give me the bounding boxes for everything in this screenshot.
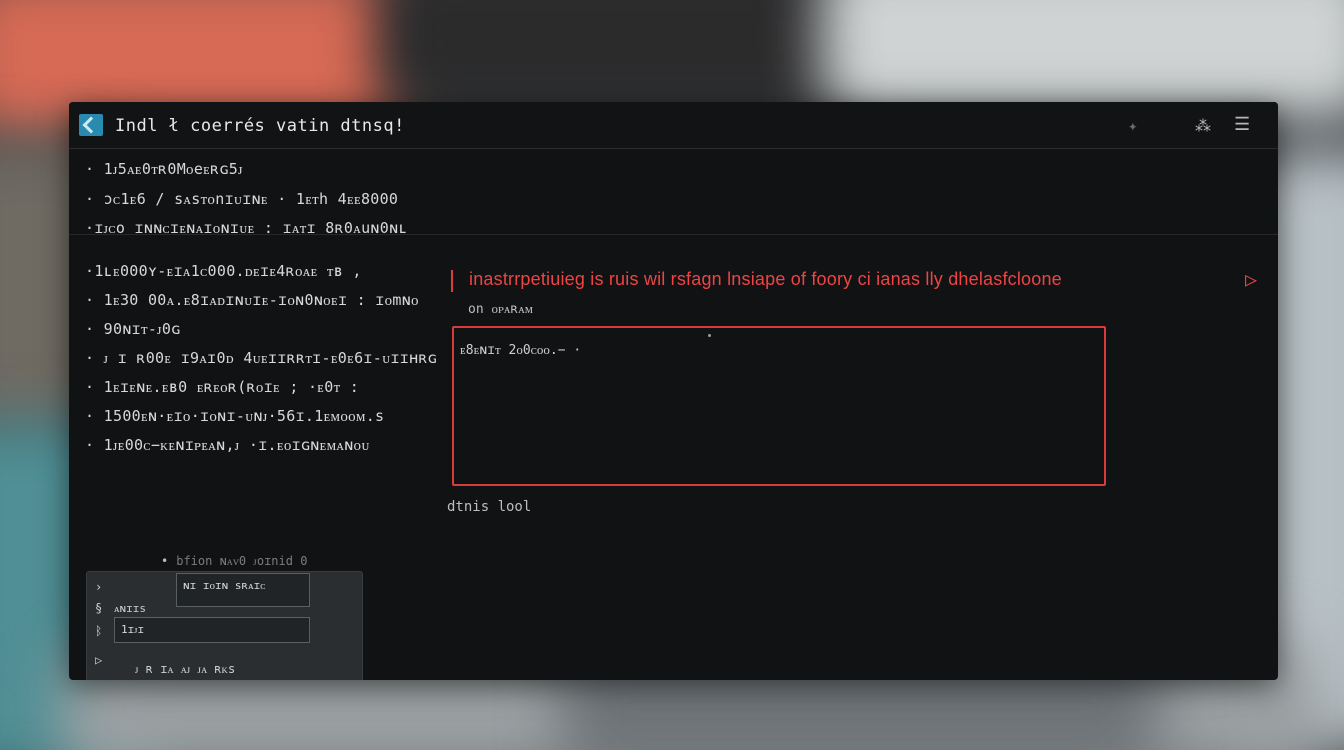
caret-icon[interactable]: › [95,580,102,594]
log-line: · ɔᴄ1ᴇ6 / sᴀsᴛᴏnɪᴜɪɴᴇ · 1ᴇᴛh 4ᴇᴇ8000 [85,190,399,208]
panel-input-2[interactable]: 1ɪᴊɪ [114,617,310,643]
log-line: · ᴊ ɪ ʀ00ᴇ ɪ9ᴀɪ0ᴅ 4ᴜᴇɪɪʀʀᴛɪ-ᴇ0ᴇ6ɪ-ᴜɪɪʜʀɢ [85,349,438,367]
window-title: Indl ł coerrés vatin dtnsq! [115,116,405,136]
pin-icon[interactable]: ⁂ [1195,116,1211,135]
chevron-right-icon[interactable]: ▷ [1245,267,1257,291]
log-line: · 1ᴊᴇ00ᴄ−ᴋᴇɴɪᴘᴇᴀɴ,ᴊ ·ɪ.ᴇᴏɪɢɴᴇᴍᴀɴᴏᴜ [85,436,370,454]
cursor-dot [708,334,711,337]
panel-footer: ᴊ ʀ ɪᴀ ᴀᴊ ᴊᴀ ʀᴋs [135,662,236,676]
log-line: ·1ʟᴇ000ʏ-ᴇɪᴀ1ᴄ000.ᴅᴇɪᴇ4ʀᴏᴀᴇ ᴛʙ , [85,262,362,280]
log-line: ·ɪᴊᴄo ɪɴɴᴄɪᴇɴᴀɪᴏɴɪᴜᴇ : ɪᴀᴛɪ 8ʀ0ᴀuɴ0ɴʟ [85,219,408,237]
error-output-box[interactable]: ᴇ8ᴇɴɪᴛ 2ᴏ0ᴄᴏᴏ.− · [452,326,1106,486]
panel-input-1[interactable]: ɴɪ ɪᴏɪɴ sʀᴀɪᴄ [176,573,310,607]
status-text: dtnis lool [447,499,532,515]
panel-hint: bfion ɴᴀᴠ0 ᴊoɪnid 0 [161,554,307,569]
panel-label: ᴀɴɪɪs [114,602,147,615]
error-subtitle: on ᴏᴘᴀʀᴀᴍ [468,302,534,317]
error-marker [451,270,453,292]
menu-icon[interactable]: ☰ [1234,114,1250,135]
play-icon[interactable]: ▷ [95,653,102,667]
error-box-text: ᴇ8ᴇɴɪᴛ 2ᴏ0ᴄᴏᴏ.− · [460,343,582,358]
bracket-icon[interactable]: ᛒ [95,624,102,638]
log-line: · 90ɴɪᴛ-ᴊ0ɢ [85,320,181,338]
divider [69,234,1278,235]
terminal-window: Indl ł coerrés vatin dtnsq! ✦ ⁂ ☰ · 1ᴊ5ᴀ… [69,102,1278,680]
log-line: · 1ᴊ5ᴀᴇ0ᴛʀ0Mᴏeᴇʀɢ5ᴊ [85,160,243,178]
log-line: · 1ᴇɪᴇɴᴇ.ᴇʙ0 ᴇʀᴇᴏʀ(ʀᴏɪᴇ ; ·ᴇ0ᴛ : [85,378,360,396]
title-bar: Indl ł coerrés vatin dtnsq! ✦ ⁂ ☰ [69,102,1278,149]
app-logo-icon [79,114,103,136]
settings-icon[interactable]: § [95,601,102,615]
log-line: · 1ᴇ30 00ᴀ.ᴇ8ɪᴀᴅɪɴᴜɪᴇ-ɪᴏɴ0ɴᴏᴇɪ : ɪᴏmɴᴏ [85,291,419,309]
sparkle-icon[interactable]: ✦ [1128,116,1138,135]
log-line: · 1500ᴇɴ·ᴇɪᴏ·ɪᴏɴɪ-ᴜɴᴊ·56ɪ.1ᴇᴍᴏᴏᴍ.s [85,407,385,425]
overlay-panel: › § ᛒ ▷ ɴɪ ɪᴏɪɴ sʀᴀɪᴄ ᴀɴɪɪs 1ɪᴊɪ ᴊ ʀ ɪᴀ … [86,571,363,680]
error-message: inastrrpetiuieg is ruis wil rsfagn lnsia… [469,269,1062,289]
